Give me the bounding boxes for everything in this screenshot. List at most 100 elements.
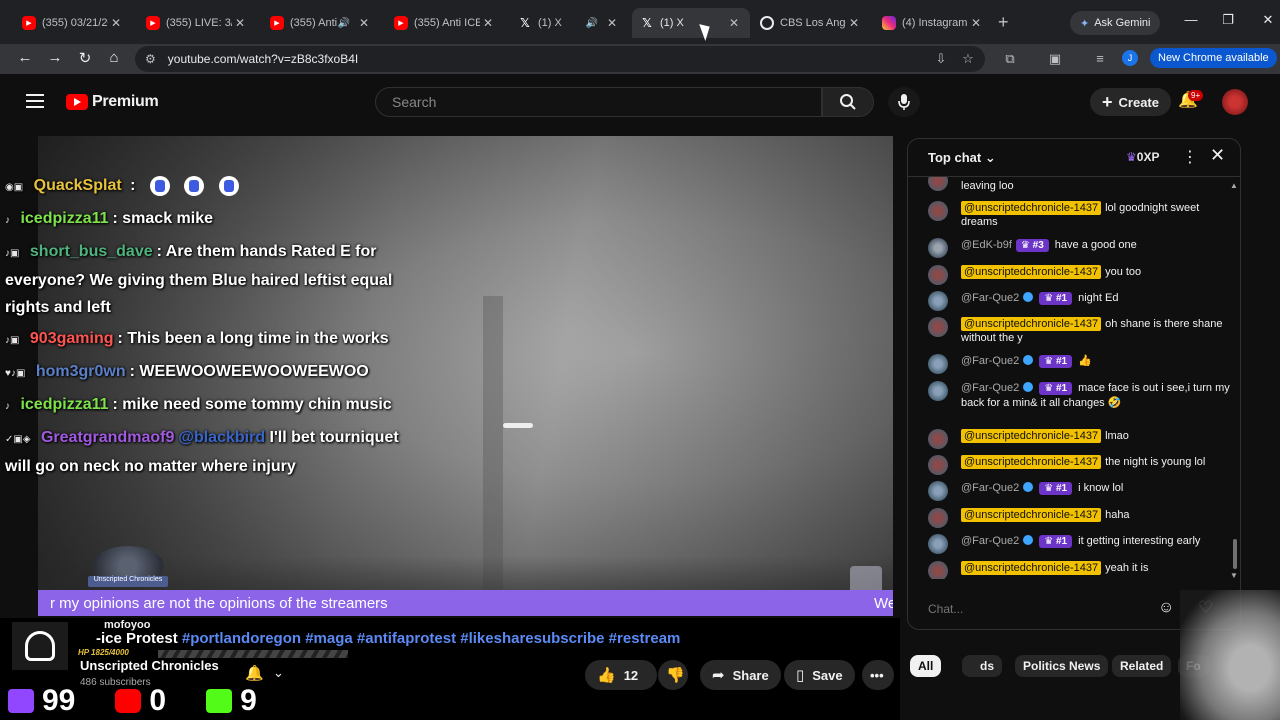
tab-youtube-1[interactable]: ▶ (355) 03/21/2025 ✕ (14, 8, 132, 38)
chip-partial[interactable]: ds (962, 655, 1002, 677)
chat-owner-name[interactable]: @unscriptedchronicle-1437 (961, 561, 1102, 575)
chat-user-name[interactable]: @Far-Que2 (961, 535, 1019, 547)
youtube-icon: ▶ (22, 16, 36, 30)
back-button[interactable]: ← (15, 49, 35, 66)
tab-cbs[interactable]: CBS Los Angeles ✕ (752, 8, 870, 38)
chat-owner-name[interactable]: @unscriptedchronicle-1437 (961, 508, 1102, 522)
ask-gemini-button[interactable]: ✦ Ask Gemini (1070, 11, 1161, 35)
tab-youtube-4[interactable]: ▶ (355) Anti ICE ✕ (386, 8, 504, 38)
close-icon[interactable]: ✕ (480, 16, 496, 30)
forward-button[interactable]: → (45, 49, 65, 66)
new-tab-button[interactable]: + (998, 12, 1009, 33)
chat-text: i know lol (1078, 482, 1124, 494)
more-vertical-icon[interactable]: ⋮ (1182, 147, 1198, 167)
address-bar[interactable]: ⚙ youtube.com/watch?v=zB8c3fxoB4I (135, 46, 985, 72)
tab-x-2[interactable]: 𝕏 (1) X ✕ (632, 8, 750, 38)
hp-readout: HP 1825/4000 (78, 648, 129, 657)
scroll-up-arrow-icon[interactable]: ▲ (1230, 181, 1238, 190)
badge-icon: ♥♪▣ (5, 368, 26, 379)
close-chat-icon[interactable]: ✕ (1210, 145, 1225, 166)
like-button[interactable]: 👍 12 (585, 660, 657, 690)
home-button[interactable]: ⌂ (104, 49, 124, 66)
chevron-down-icon[interactable]: ⌄ (273, 665, 284, 681)
close-icon[interactable]: ✕ (604, 16, 620, 30)
chat-user-name[interactable]: @Far-Que2 (961, 355, 1019, 367)
youtube-logo-icon (66, 94, 88, 110)
speaker-icon[interactable]: 🔊 (338, 18, 350, 29)
tab-instagram[interactable]: (4) Instagram ✕ (874, 8, 992, 38)
chat-user-name[interactable]: @Far-Que2 (961, 382, 1019, 394)
close-icon[interactable]: ✕ (968, 16, 984, 30)
voice-search-button[interactable] (888, 87, 920, 117)
reading-list-icon[interactable]: ▣ (1046, 51, 1064, 67)
subscribe-bell-icon[interactable]: 🔔 (245, 664, 264, 682)
profile-avatar[interactable]: J (1122, 50, 1138, 66)
share-label: Share (732, 667, 769, 683)
close-icon[interactable]: ✕ (232, 16, 248, 30)
leaderboard-rank-badge: ♛ #3 (1015, 239, 1049, 252)
youtube-premium-logo[interactable]: Premium (66, 93, 159, 111)
xp-badge[interactable]: ♛0XP (1126, 150, 1159, 164)
verified-icon (1023, 292, 1034, 302)
chip-all[interactable]: All (910, 655, 942, 677)
chat-owner-name[interactable]: @unscriptedchronicle-1437 (961, 201, 1102, 215)
tab-title: (355) LIVE: 3/2 (166, 17, 232, 29)
chat-scrollbar-thumb[interactable] (1233, 539, 1237, 569)
channel-name[interactable]: Unscripted Chronicles (80, 658, 219, 673)
chip-politics-news[interactable]: Politics News (1015, 655, 1109, 677)
overlay-chat-user: QuackSplat (33, 177, 122, 194)
maximize-button[interactable]: ❐ (1218, 12, 1238, 28)
chat-mode-dropdown[interactable]: Top chat ⌄ (928, 150, 996, 166)
chip-related[interactable]: Related (1112, 655, 1172, 677)
rank-value: #1 (1056, 536, 1068, 547)
close-window-button[interactable]: ✕ (1258, 12, 1278, 28)
extensions-icon[interactable]: ⧉ (1001, 51, 1019, 67)
close-icon[interactable]: ✕ (846, 16, 862, 30)
search-button[interactable] (822, 87, 874, 117)
media-controls-icon[interactable]: ≡ (1091, 51, 1109, 66)
more-actions-button[interactable]: ••• (862, 660, 894, 690)
chat-owner-name[interactable]: @unscriptedchronicle-1437 (961, 455, 1102, 469)
dislike-button[interactable]: 👎 (658, 660, 688, 690)
new-chrome-available-button[interactable]: New Chrome available (1150, 48, 1277, 68)
emoji-icon[interactable]: ☺ (1158, 599, 1174, 617)
close-icon[interactable]: ✕ (356, 16, 372, 30)
chat-owner-name[interactable]: @unscriptedchronicle-1437 (961, 429, 1102, 443)
chat-user-name[interactable]: @Far-Que2 (961, 292, 1019, 304)
overlay-chat-text: : mike need some tommy chin music (112, 396, 392, 413)
video-hashtags[interactable]: #portlandoregon #maga #antifaprotest #li… (182, 630, 681, 647)
close-icon[interactable]: ✕ (108, 16, 124, 30)
site-info-icon[interactable]: ⚙ (145, 52, 156, 66)
chat-user-name[interactable]: @Far-Que2 (961, 482, 1019, 494)
create-button[interactable]: + Create (1090, 88, 1171, 116)
menu-icon[interactable] (26, 94, 44, 112)
scroll-down-arrow-icon[interactable]: ▼ (1230, 571, 1238, 580)
ticker-text: r my opinions are not the opinions of th… (50, 594, 388, 612)
search-input[interactable]: Search (375, 87, 822, 117)
tab-youtube-3[interactable]: ▶ (355) Anti 🔊 ✕ (262, 8, 380, 38)
minimize-button[interactable]: — (1181, 12, 1201, 27)
instagram-icon (882, 16, 896, 30)
reload-button[interactable]: ↻ (75, 49, 95, 67)
overlay-chat-text: : WEEWOOWEEWOOWEEWOO (129, 363, 369, 380)
tab-youtube-2[interactable]: ▶ (355) LIVE: 3/2 ✕ (138, 8, 256, 38)
close-icon[interactable]: ✕ (726, 16, 742, 30)
chat-input[interactable] (928, 595, 1148, 623)
share-button[interactable]: ➦ Share (700, 660, 781, 690)
chat-avatar (928, 238, 948, 258)
chat-owner-name[interactable]: @unscriptedchronicle-1437 (961, 265, 1102, 279)
tab-x-1[interactable]: 𝕏 (1) X 🔊 ✕ (510, 8, 628, 38)
chat-owner-name[interactable]: @unscriptedchronicle-1437 (961, 317, 1102, 331)
badge-icon: ♪▣ (5, 248, 20, 259)
install-app-icon[interactable]: ⇩ (932, 51, 950, 67)
bookmark-star-icon[interactable]: ☆ (959, 51, 977, 67)
overlay-chat-user: icedpizza11 (20, 396, 109, 413)
overlay-chat-message: ◉▣ QuackSplat : (5, 172, 405, 201)
platform-viewer-counters: 99 0 9 (8, 684, 297, 718)
chat-user-name[interactable]: @EdK-b9f (961, 239, 1012, 251)
chat-avatar (928, 508, 948, 528)
notification-badge: 9+ (1188, 90, 1204, 101)
speaker-icon[interactable]: 🔊 (586, 18, 598, 29)
account-avatar[interactable] (1222, 89, 1248, 115)
save-button[interactable]: ▯ Save (784, 660, 855, 690)
